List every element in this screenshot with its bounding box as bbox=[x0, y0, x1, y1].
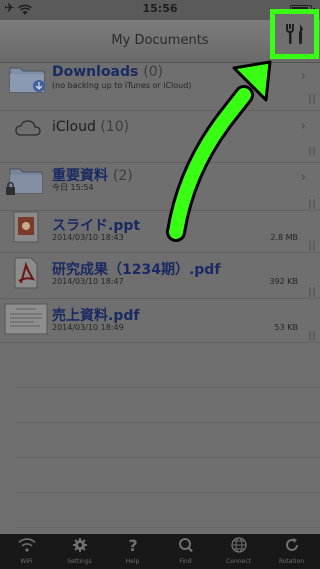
chevron-right-icon: › bbox=[300, 170, 306, 185]
list-item-date: 2014/03/10 18:43 bbox=[52, 233, 124, 242]
tab-connect[interactable]: Connect bbox=[212, 534, 265, 569]
empty-row-divider bbox=[16, 527, 320, 528]
tools-small-icon[interactable] bbox=[308, 199, 316, 209]
empty-row-divider bbox=[16, 387, 320, 388]
tab-label: Settings bbox=[67, 558, 92, 565]
pdf-file-icon bbox=[14, 257, 38, 289]
document-thumbnail-icon bbox=[4, 303, 48, 335]
tab-find[interactable]: Find bbox=[159, 534, 212, 569]
list-item-sales[interactable]: 売上資料.pdf 2014/03/10 18:49 53 KB bbox=[0, 299, 320, 343]
chevron-right-icon: › bbox=[300, 69, 306, 84]
tools-small-icon[interactable] bbox=[308, 146, 316, 156]
tab-rotation[interactable]: Rotation bbox=[265, 534, 318, 569]
tools-small-icon[interactable] bbox=[308, 331, 316, 341]
empty-row-divider bbox=[16, 422, 320, 423]
tab-label: WiFi bbox=[20, 558, 33, 565]
svg-text:?: ? bbox=[128, 537, 137, 553]
ppt-file-icon bbox=[13, 211, 39, 243]
list-item-downloads[interactable]: Downloads (0) (no backing up to iTunes o… bbox=[0, 64, 320, 111]
wifi-icon bbox=[18, 538, 36, 552]
gear-icon bbox=[73, 538, 87, 552]
list-item-date: 2014/03/10 18:47 bbox=[52, 277, 124, 286]
list-item-name: iCloud (10) bbox=[52, 119, 130, 135]
locked-folder-icon bbox=[6, 168, 43, 195]
chevron-right-icon: › bbox=[300, 119, 306, 134]
empty-row-divider bbox=[16, 457, 320, 458]
list-item-research[interactable]: 研究成果（1234期）.pdf 2014/03/10 18:47 392 KB bbox=[0, 253, 320, 299]
list-item-name: スライド.ppt bbox=[52, 218, 141, 234]
list-item-important[interactable]: 重要資料 (2) 今日 15:54 › bbox=[0, 163, 320, 211]
downloads-folder-icon bbox=[9, 67, 45, 93]
cloud-icon bbox=[15, 120, 41, 136]
tab-label: Connect bbox=[226, 558, 251, 565]
bottom-tab-bar: WiFi Settings ? Help Find Connect Rotati… bbox=[0, 534, 320, 569]
list-item-icloud[interactable]: iCloud (10) › bbox=[0, 111, 320, 163]
list-item-size: 392 KB bbox=[269, 277, 298, 286]
list-item-name: 売上資料.pdf bbox=[52, 308, 140, 324]
search-icon bbox=[179, 538, 193, 553]
list-item-name: 研究成果（1234期）.pdf bbox=[52, 262, 221, 278]
tab-help[interactable]: ? Help bbox=[106, 534, 159, 569]
tools-small-icon[interactable] bbox=[308, 94, 316, 104]
rotation-icon bbox=[286, 538, 298, 551]
tab-label: Help bbox=[125, 558, 140, 565]
list-item-subtitle: 今日 15:54 bbox=[52, 183, 94, 192]
empty-row-divider bbox=[16, 492, 320, 493]
tab-label: Find bbox=[179, 558, 192, 565]
list-item-slides[interactable]: スライド.ppt 2014/03/10 18:43 2.8 MB bbox=[0, 211, 320, 253]
tab-settings[interactable]: Settings bbox=[53, 534, 106, 569]
list-item-size: 2.8 MB bbox=[270, 233, 298, 242]
list-item-date: 2014/03/10 18:49 bbox=[52, 323, 124, 332]
tab-label: Rotation bbox=[278, 558, 305, 565]
tab-wifi[interactable]: WiFi bbox=[0, 534, 53, 569]
list-item-subtitle: (no backing up to iTunes or iCloud) bbox=[52, 81, 192, 90]
tools-small-icon[interactable] bbox=[308, 287, 316, 297]
list-item-size: 53 KB bbox=[274, 323, 298, 332]
question-icon: ? bbox=[128, 537, 137, 553]
globe-icon bbox=[231, 537, 247, 553]
tools-small-icon[interactable] bbox=[308, 241, 316, 251]
list-item-name: Downloads (0) bbox=[52, 64, 164, 80]
tools-icon[interactable] bbox=[281, 20, 309, 48]
